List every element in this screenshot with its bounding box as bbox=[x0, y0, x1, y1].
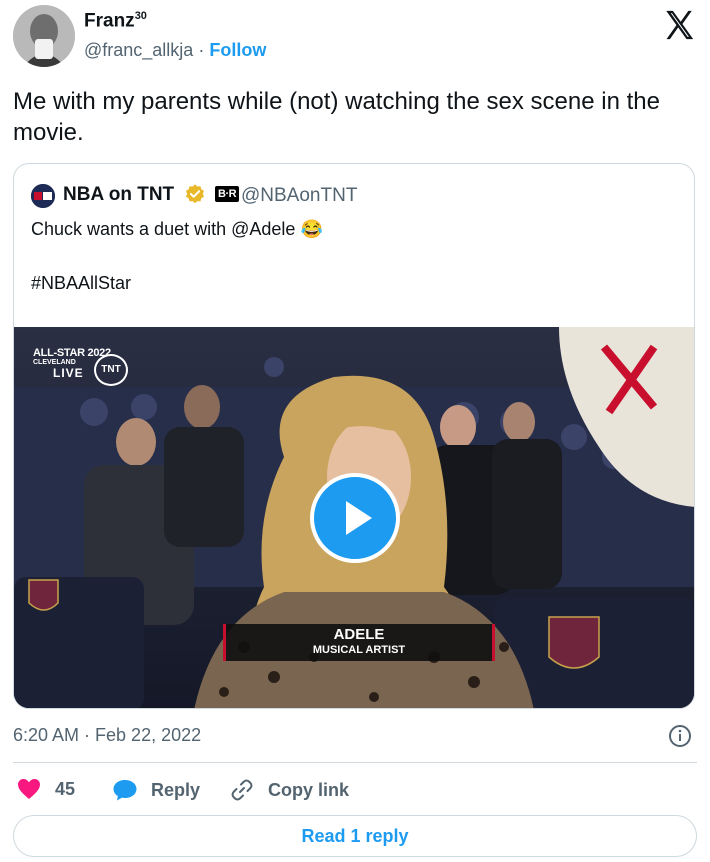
tnt-logo: TNT bbox=[94, 354, 128, 386]
author-handle[interactable]: @franc_allkja bbox=[84, 40, 193, 60]
author-avatar[interactable] bbox=[13, 5, 75, 67]
reply-button[interactable]: Reply bbox=[112, 778, 200, 802]
verified-badge-icon bbox=[186, 184, 204, 204]
copy-link-label: Copy link bbox=[268, 779, 350, 800]
tweet-timestamp[interactable]: 6:20 AM · Feb 22, 2022 bbox=[13, 725, 201, 746]
copy-link-button[interactable]: Copy link bbox=[230, 778, 349, 802]
heart-icon bbox=[18, 779, 40, 799]
info-icon[interactable] bbox=[668, 724, 692, 748]
x-logo-icon[interactable] bbox=[662, 8, 696, 42]
affiliate-badge: B·R bbox=[215, 186, 240, 202]
author-name[interactable]: Franz30 bbox=[84, 10, 147, 32]
quoted-tweet-line-1: Chuck wants a duet with @Adele 😂 bbox=[31, 219, 323, 239]
tweet-text: Me with my parents while (not) watching … bbox=[13, 88, 660, 146]
quoted-author-name[interactable]: NBA on TNT bbox=[63, 184, 174, 206]
read-replies-button[interactable]: Read 1 reply bbox=[13, 815, 697, 857]
video-player[interactable]: ALL-STAR 2022 CLEVELAND LIVE TNT ADELE M… bbox=[14, 327, 694, 708]
like-count: 45 bbox=[55, 778, 76, 799]
laughing-emoji: 😂 bbox=[300, 219, 323, 239]
speech-bubble-icon bbox=[113, 780, 137, 801]
follow-button[interactable]: Follow bbox=[209, 40, 266, 60]
quoted-tweet-hashtag[interactable]: #NBAAllStar bbox=[31, 273, 131, 294]
quoted-author-handle: @NBAonTNT bbox=[241, 185, 358, 206]
nba-on-tnt-avatar[interactable] bbox=[31, 184, 55, 208]
play-icon bbox=[346, 501, 372, 535]
reply-label: Reply bbox=[151, 779, 201, 800]
quoted-tweet[interactable]: NBA on TNT B·R @NBAonTNT Chuck wants a d… bbox=[13, 163, 695, 709]
separator: · bbox=[198, 40, 205, 60]
divider bbox=[13, 762, 697, 763]
link-icon bbox=[231, 779, 253, 801]
author-handle-row: @franc_allkja · Follow bbox=[84, 40, 266, 61]
like-button[interactable]: 45 bbox=[17, 778, 75, 800]
play-button[interactable] bbox=[310, 473, 400, 563]
lower-third-caption: ADELE MUSICAL ARTIST bbox=[223, 624, 495, 661]
